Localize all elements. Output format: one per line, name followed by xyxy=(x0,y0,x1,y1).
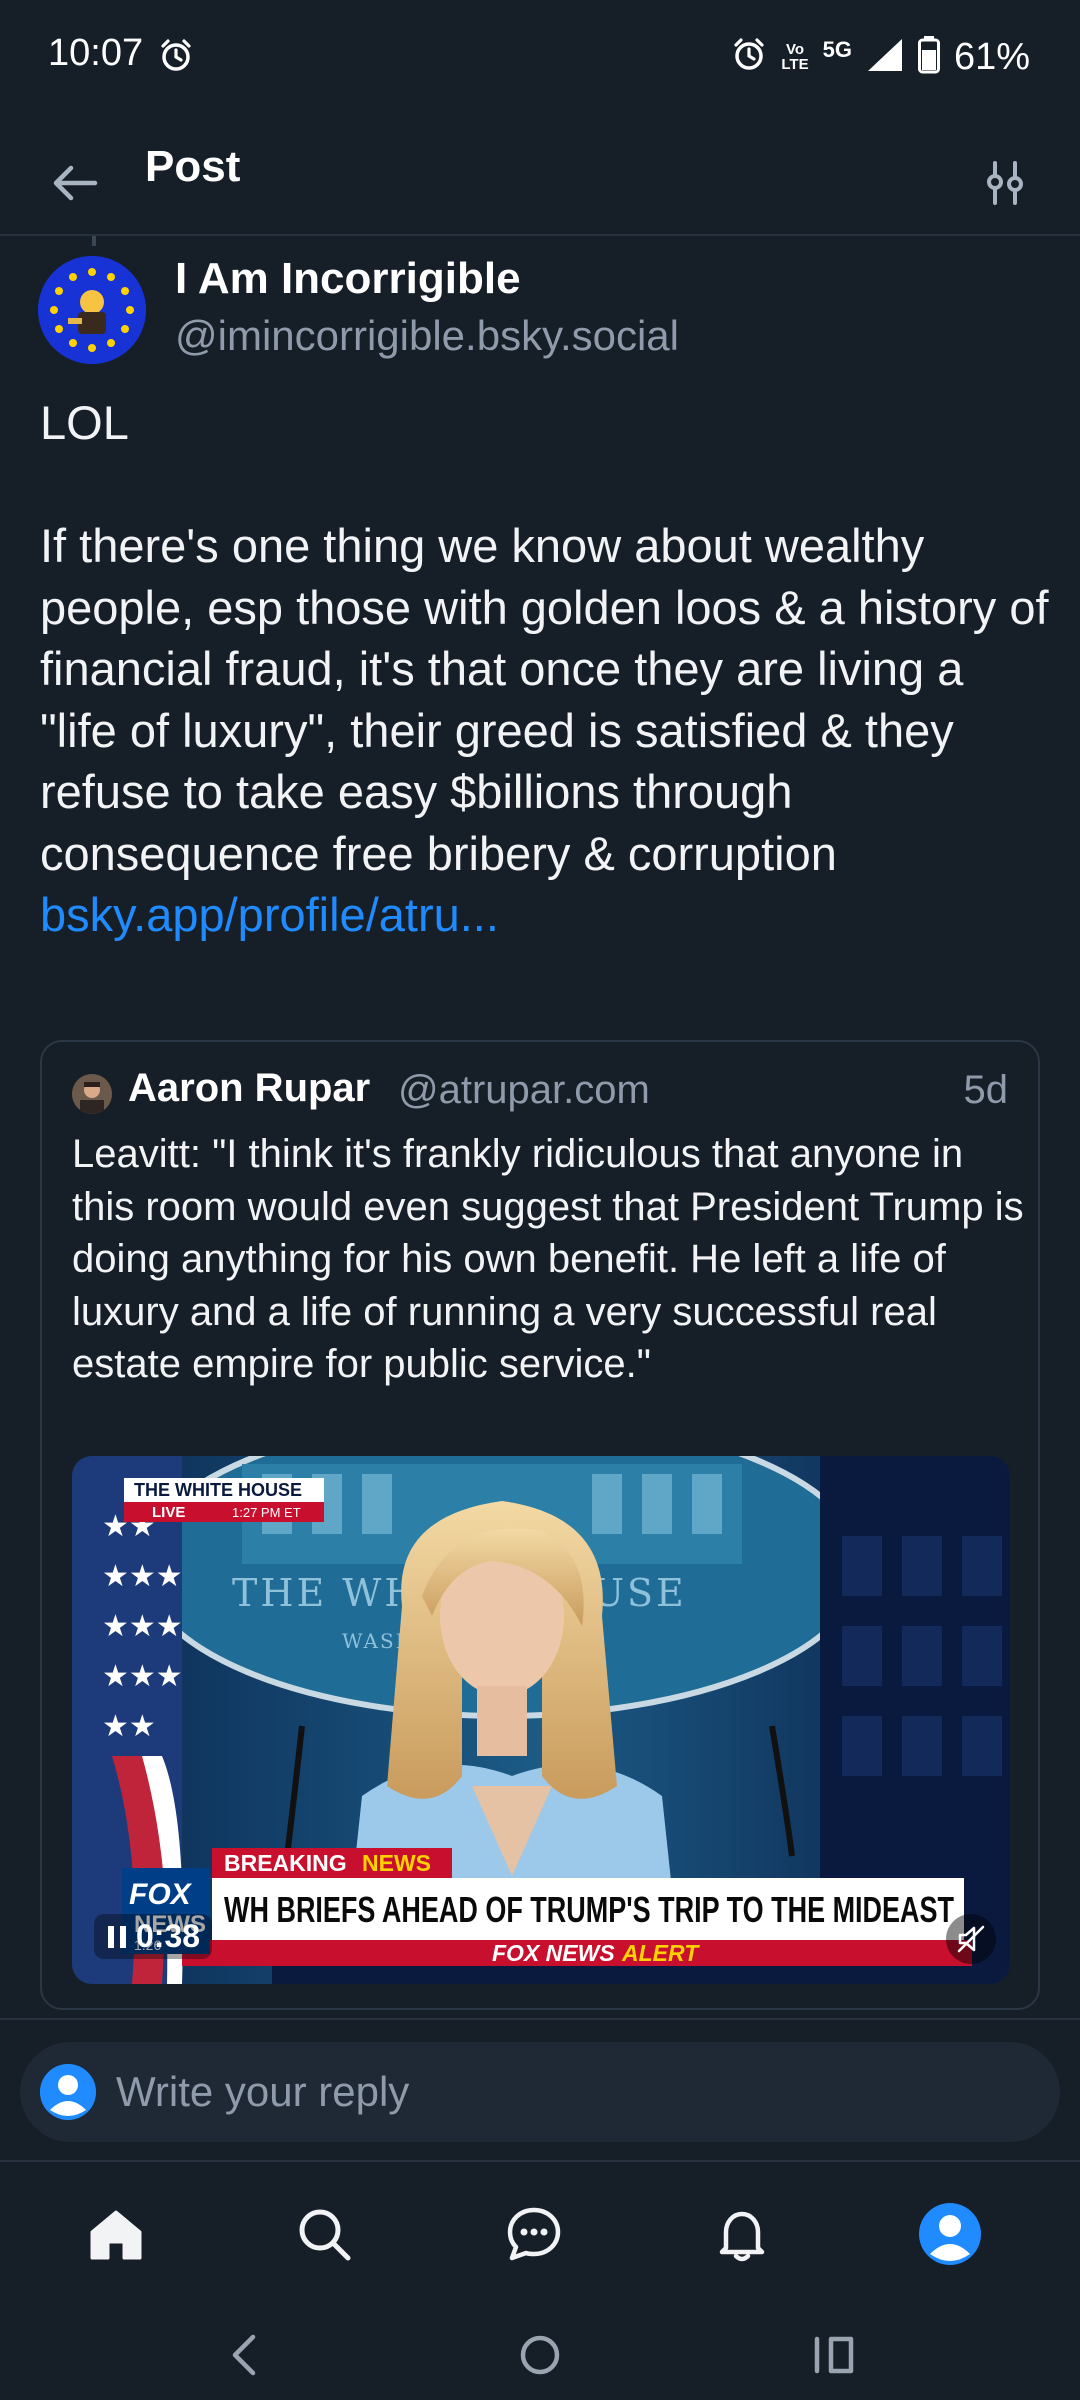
chyron-location: THE WHITE HOUSE xyxy=(134,1480,302,1500)
reply-bar: Write your reply xyxy=(0,2018,1080,2158)
status-icons: Vo LTE 5G 61% xyxy=(731,32,1030,82)
post-link[interactable]: bsky.app/profile/atru... xyxy=(40,888,499,941)
svg-text:★★★: ★★★ xyxy=(102,1559,183,1594)
quote-text: Leavitt: "I think it's frankly ridiculou… xyxy=(72,1132,1024,1386)
alert-brand: FOX NEWS xyxy=(492,1940,615,1966)
video-duration: 0:38 xyxy=(136,1918,201,1954)
system-navigation xyxy=(0,2300,1080,2400)
svg-text:★★: ★★ xyxy=(102,1709,156,1744)
quoted-post[interactable]: Aaron Rupar @atrupar.com 5d Leavitt: "I … xyxy=(40,1040,1040,2010)
arrow-left-icon xyxy=(53,165,98,201)
status-bar: 10:07 Vo LTE 5G 61% xyxy=(0,0,1080,116)
chyron-live-time: 1:27 PM ET xyxy=(232,1505,301,1520)
network-type: 5G xyxy=(822,37,852,62)
quote-author-name[interactable]: Aaron Rupar xyxy=(128,1066,370,1111)
quote-timestamp: 5d xyxy=(963,1068,1009,1112)
system-recents-button[interactable] xyxy=(794,2320,874,2390)
nav-chat[interactable] xyxy=(496,2196,572,2272)
recents-icon xyxy=(814,2336,854,2374)
breaking-news: NEWS xyxy=(362,1850,431,1876)
post-body: LOL If there's one thing we know about w… xyxy=(40,392,1050,946)
page-title: Post xyxy=(145,142,241,191)
mute-button[interactable] xyxy=(946,1914,996,1964)
video-play-control[interactable]: 0:38 xyxy=(94,1914,213,1959)
author-name[interactable]: I Am Incorrigible xyxy=(175,254,521,304)
chevron-left-icon xyxy=(232,2334,256,2376)
battery-percent: 61% xyxy=(953,35,1030,78)
sliders-icon xyxy=(987,161,1023,205)
bottom-nav xyxy=(0,2160,1080,2300)
thread-connector xyxy=(92,236,96,246)
alarm-icon xyxy=(731,37,767,77)
svg-text:★★★: ★★★ xyxy=(102,1659,183,1694)
alert-word: ALERT xyxy=(621,1940,700,1966)
svg-text:USE: USE xyxy=(592,1571,687,1615)
video-player[interactable]: THE WHIT USE WASHI ★★ ★★★ ★★★ ★★★ ★★ THE… xyxy=(72,1456,1010,1984)
system-back-button[interactable] xyxy=(204,2320,284,2390)
video-frame: THE WHIT USE WASHI ★★★★★★★★ ★★★★★ THE WH… xyxy=(72,1456,1010,1984)
breaking-label: BREAKING xyxy=(224,1850,347,1876)
reply-placeholder: Write your reply xyxy=(116,2068,410,2115)
nav-home[interactable] xyxy=(78,2196,154,2272)
home-icon xyxy=(90,2210,142,2260)
nav-notifications[interactable] xyxy=(704,2196,780,2272)
pause-icon xyxy=(108,1925,126,1948)
author-handle[interactable]: @imincorrigible.bsky.social xyxy=(175,312,679,360)
svg-text:★★★: ★★★ xyxy=(102,1609,183,1644)
quote-author-handle[interactable]: @atrupar.com xyxy=(398,1068,650,1113)
network-logo-top: FOX xyxy=(129,1878,193,1911)
speaker-muted-icon xyxy=(957,1925,985,1953)
reply-input[interactable]: Write your reply xyxy=(20,2042,1060,2142)
nav-profile[interactable] xyxy=(912,2196,988,2272)
avatar[interactable] xyxy=(72,1074,112,1114)
post-text: LOL If there's one thing we know about w… xyxy=(40,396,1049,880)
avatar xyxy=(40,2064,96,2120)
avatar[interactable] xyxy=(38,256,146,364)
circle-home-icon xyxy=(520,2335,560,2375)
alarm-icon xyxy=(158,38,194,78)
bell-icon xyxy=(719,2211,765,2262)
profile-icon xyxy=(919,2203,981,2265)
status-time: 10:07 xyxy=(48,32,144,74)
chat-icon xyxy=(507,2207,561,2261)
nav-search[interactable] xyxy=(286,2196,362,2272)
headline: WH BRIEFS AHEAD OF TRUMP'S TRIP TO THE M… xyxy=(224,1889,954,1930)
back-button[interactable] xyxy=(40,148,110,218)
search-icon xyxy=(299,2209,351,2261)
system-home-button[interactable] xyxy=(500,2320,580,2390)
battery-icon xyxy=(917,36,940,78)
volte-indicator: Vo LTE xyxy=(781,41,809,73)
signal-icon xyxy=(866,37,904,77)
thread-options-button[interactable] xyxy=(970,148,1040,218)
chyron-live: LIVE xyxy=(152,1504,185,1521)
app-header: Post xyxy=(0,116,1080,236)
